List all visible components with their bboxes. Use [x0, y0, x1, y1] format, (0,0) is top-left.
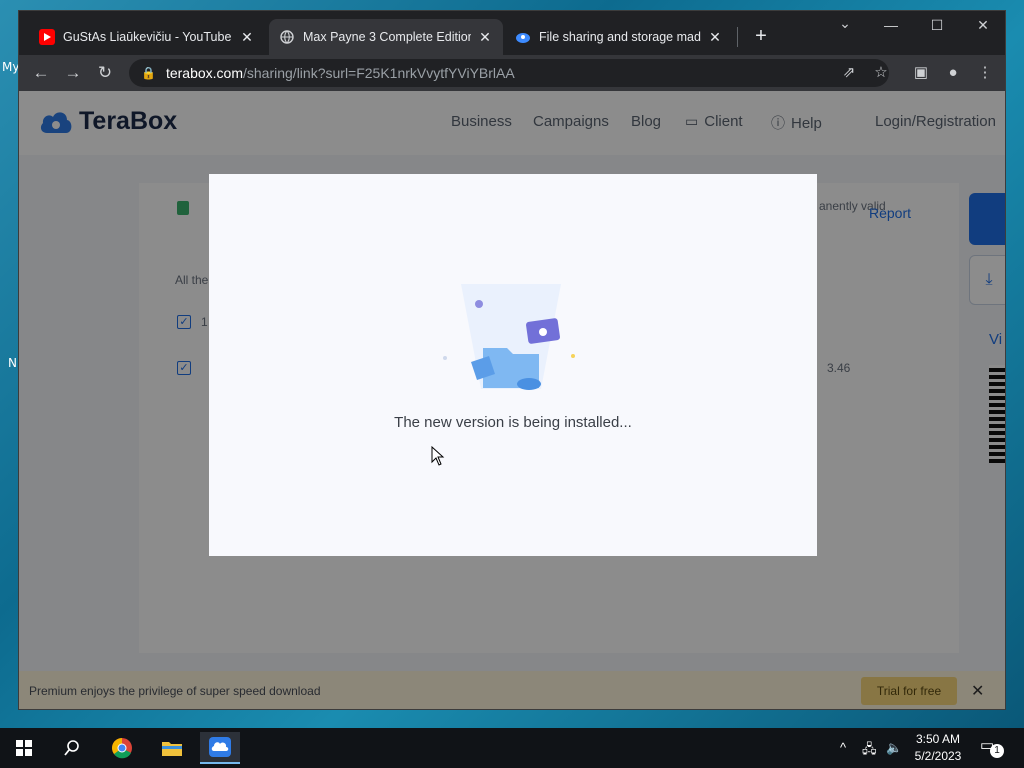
install-modal: The new version is being installed... [209, 174, 817, 556]
web-page: TeraBox Business Campaigns Blog ▭ Client… [19, 91, 1005, 709]
tab-youtube[interactable]: GuStAs Liaūkevičiu - YouTube ✕ [29, 19, 265, 55]
lock-icon: 🔒 [141, 66, 156, 80]
search-icon [64, 740, 79, 756]
show-hidden-icons[interactable]: ^ [840, 740, 846, 755]
clock-date: 5/2/2023 [914, 749, 962, 763]
new-tab-button[interactable]: + [749, 25, 773, 48]
url-host: terabox.com [165, 65, 243, 81]
desktop-icon-label[interactable]: My [2, 60, 19, 74]
tab-title: File sharing and storage made si [539, 30, 701, 44]
search-button[interactable] [52, 732, 92, 764]
profile-icon[interactable]: ● [943, 63, 963, 83]
taskbar-terabox[interactable] [200, 732, 240, 764]
browser-window: GuStAs Liaūkevičiu - YouTube ✕ Max Payne… [18, 10, 1006, 710]
windows-logo-icon [16, 740, 32, 756]
address-bar[interactable]: 🔒 terabox.com/sharing/link?surl=F25K1nrk… [129, 59, 889, 87]
close-tab-icon[interactable]: ✕ [477, 29, 493, 46]
install-status-message: The new version is being installed... [394, 414, 632, 431]
tab-separator [737, 27, 738, 47]
forward-button[interactable]: → [61, 63, 85, 83]
tab-title: Max Payne 3 Complete Edition v [303, 30, 471, 44]
menu-kebab-icon[interactable]: ⋮ [975, 63, 995, 83]
maximize-button[interactable]: ☐ [917, 17, 957, 34]
tab-search-icon[interactable]: ⌄ [825, 15, 865, 32]
taskbar-file-explorer[interactable] [152, 732, 192, 764]
close-tab-icon[interactable]: ✕ [707, 29, 723, 46]
folder-icon [162, 742, 182, 756]
share-icon[interactable]: ⇗ [839, 63, 859, 83]
url-path: /sharing/link?surl=F25K1nrkVvytfYViYBrlA… [243, 65, 515, 81]
side-panel-icon[interactable]: ▣ [911, 63, 931, 83]
volume-icon[interactable]: 🔈 [886, 740, 902, 756]
reload-button[interactable]: ↻ [93, 63, 117, 83]
notification-center-button[interactable]: ▭ 1 [980, 736, 1004, 758]
close-tab-icon[interactable]: ✕ [239, 29, 255, 46]
bookmark-star-icon[interactable]: ☆ [871, 63, 891, 83]
notification-count: 1 [990, 744, 1004, 758]
tab-strip: GuStAs Liaūkevičiu - YouTube ✕ Max Payne… [19, 11, 1005, 59]
tab-max-payne[interactable]: Max Payne 3 Complete Edition v ✕ [269, 19, 503, 55]
chrome-icon [112, 738, 132, 759]
terabox-icon [515, 29, 531, 45]
globe-icon [279, 29, 295, 45]
taskbar-chrome[interactable] [102, 732, 142, 764]
network-icon[interactable]: 🖧 [862, 740, 877, 762]
tab-title: GuStAs Liaūkevičiu - YouTube [63, 30, 232, 44]
youtube-icon [39, 29, 55, 45]
start-button[interactable] [4, 732, 44, 764]
desktop-icon-label[interactable]: N [8, 356, 17, 370]
close-window-button[interactable]: ✕ [963, 17, 1003, 34]
minimize-button[interactable]: — [871, 17, 911, 33]
windows-taskbar: ^ 🖧 🔈 3:50 AM 5/2/2023 ▭ 1 [0, 728, 1024, 768]
browser-toolbar: ← → ↻ 🔒 terabox.com/sharing/link?surl=F2… [19, 55, 1005, 91]
installing-illustration [443, 284, 575, 390]
system-clock[interactable]: 3:50 AM 5/2/2023 [908, 731, 968, 765]
terabox-app-icon [209, 737, 231, 757]
back-button[interactable]: ← [29, 63, 53, 83]
tab-terabox[interactable]: File sharing and storage made si ✕ [505, 19, 733, 55]
mouse-cursor-icon [431, 446, 445, 466]
clock-time: 3:50 AM [915, 732, 961, 746]
